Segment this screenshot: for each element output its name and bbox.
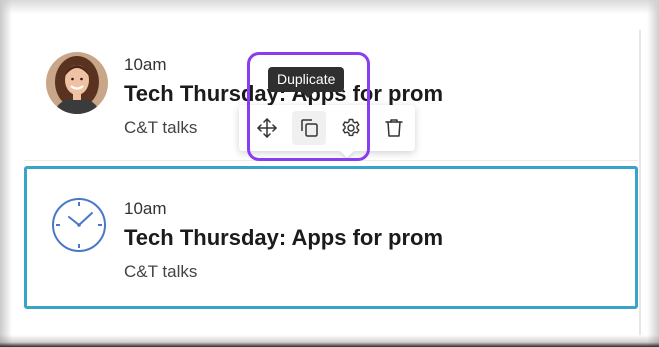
event-time: 10am bbox=[124, 199, 167, 218]
screenshot-shadow-left bbox=[0, 0, 12, 347]
trash-icon bbox=[383, 117, 405, 139]
scrollbar-track[interactable] bbox=[639, 30, 641, 335]
event-item-selected[interactable]: 10am Tech Thursday: Apps for prom C&T ta… bbox=[24, 166, 638, 309]
highlight-annotation bbox=[247, 52, 370, 161]
event-category: C&T talks bbox=[124, 118, 198, 137]
screenshot-shadow-bottom bbox=[0, 335, 659, 347]
screenshot-shadow-top bbox=[0, 0, 659, 14]
event-category: C&T talks bbox=[124, 262, 198, 281]
avatar bbox=[46, 52, 108, 114]
delete-button[interactable] bbox=[377, 111, 411, 145]
event-title[interactable]: Tech Thursday: Apps for prom bbox=[124, 225, 443, 251]
screenshot-shadow-right bbox=[647, 0, 659, 347]
event-time: 10am bbox=[124, 55, 167, 74]
event-list-page: 10am Tech Thursday: Apps for prom C&T ta… bbox=[0, 0, 659, 347]
clock-icon bbox=[50, 196, 108, 254]
